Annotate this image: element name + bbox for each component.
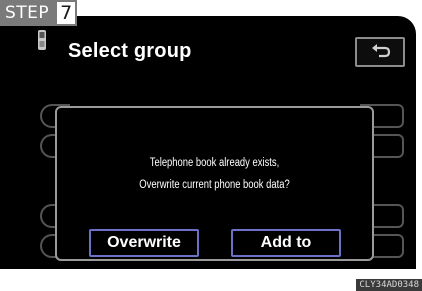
step-tag: STEP 7 <box>0 0 78 26</box>
dialog-message: Telephone book already exists, Overwrite… <box>85 152 343 196</box>
dialog-message-line1: Telephone book already exists, <box>149 157 280 169</box>
dialog-message-line2: Overwrite current phone book data? <box>139 179 290 191</box>
page: STEP 7 Select group Telephone book alrea… <box>0 0 422 291</box>
figure-code: CLY34AD0348 <box>356 279 422 291</box>
step-label: STEP <box>0 0 56 26</box>
add-to-button[interactable]: Add to <box>231 229 341 257</box>
back-button[interactable] <box>355 37 405 67</box>
confirm-dialog: Telephone book already exists, Overwrite… <box>55 106 374 261</box>
page-title: Select group <box>68 40 192 62</box>
step-number: 7 <box>55 0 78 26</box>
phone-icon <box>37 29 47 51</box>
return-arrow-icon <box>372 44 391 58</box>
overwrite-button[interactable]: Overwrite <box>89 229 199 257</box>
